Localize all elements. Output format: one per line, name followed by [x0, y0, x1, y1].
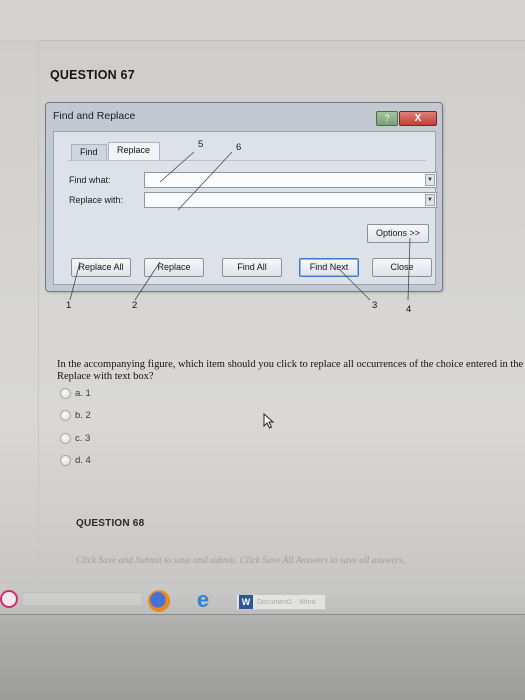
callout-number-2: 2	[132, 300, 138, 311]
find-next-button: Find Next	[299, 258, 359, 277]
find-what-label: Find what:	[69, 175, 111, 185]
chevron-down-icon: ▼	[425, 194, 435, 206]
word-window-label: Document1 - Word	[257, 598, 316, 606]
find-what-field: ▼	[144, 172, 437, 188]
help-button: ?	[376, 111, 398, 126]
firefox-icon[interactable]	[148, 590, 170, 612]
divider	[38, 40, 39, 580]
browser-top-area	[0, 0, 525, 40]
word-icon: W	[239, 595, 253, 609]
dialog-body: Find Replace Find what: ▼ Replace with: …	[53, 131, 437, 285]
replace-with-field: ▼	[144, 192, 437, 208]
question-text: In the accompanying figure, which item s…	[57, 359, 524, 382]
callout-number-4: 4	[406, 304, 412, 315]
radio-button[interactable]	[60, 455, 71, 466]
word-taskbar-button[interactable]: W Document1 - Word	[236, 594, 326, 610]
dialog-title: Find and Replace	[53, 110, 136, 122]
close-icon: X	[399, 111, 437, 126]
replace-with-label: Replace with:	[69, 195, 124, 205]
divider	[68, 160, 426, 161]
radio-button[interactable]	[60, 410, 71, 421]
options-button: Options >>	[367, 224, 429, 243]
next-question-title: QUESTION 68	[76, 518, 145, 529]
choice-label: b. 2	[75, 410, 91, 421]
callout-number-3: 3	[372, 300, 378, 311]
callout-number-6: 6	[236, 142, 242, 153]
find-all-button: Find All	[222, 258, 282, 277]
chevron-down-icon: ▼	[425, 174, 435, 186]
choice-a[interactable]: a. 1	[60, 388, 91, 399]
submit-instructions: Click Save and Submit to save and submit…	[76, 556, 406, 566]
callout-number-5: 5	[198, 139, 204, 150]
choice-d[interactable]: d. 4	[60, 455, 91, 466]
choice-label: c. 3	[75, 433, 91, 444]
callout-number-1: 1	[66, 300, 72, 311]
radio-button[interactable]	[60, 433, 71, 444]
question-title: QUESTION 67	[50, 68, 135, 82]
edge-icon[interactable]: e	[192, 589, 214, 611]
tab-replace: Replace	[108, 142, 160, 161]
replace-button: Replace	[144, 258, 204, 277]
choice-b[interactable]: b. 2	[60, 410, 91, 421]
monitor-bezel	[0, 615, 525, 700]
choice-label: a. 1	[75, 388, 91, 399]
taskbar-search-box[interactable]	[22, 592, 142, 606]
replace-all-button: Replace All	[71, 258, 131, 277]
find-replace-dialog-image: Find and Replace ? X Find Replace Find w…	[45, 102, 443, 292]
choice-c[interactable]: c. 3	[60, 433, 90, 444]
mouse-cursor-icon	[263, 413, 275, 429]
close-button: Close	[372, 258, 432, 277]
tab-find: Find	[71, 144, 107, 160]
radio-button[interactable]	[60, 388, 71, 399]
start-icon[interactable]	[0, 590, 18, 608]
choice-label: d. 4	[75, 455, 91, 466]
divider	[40, 40, 525, 41]
